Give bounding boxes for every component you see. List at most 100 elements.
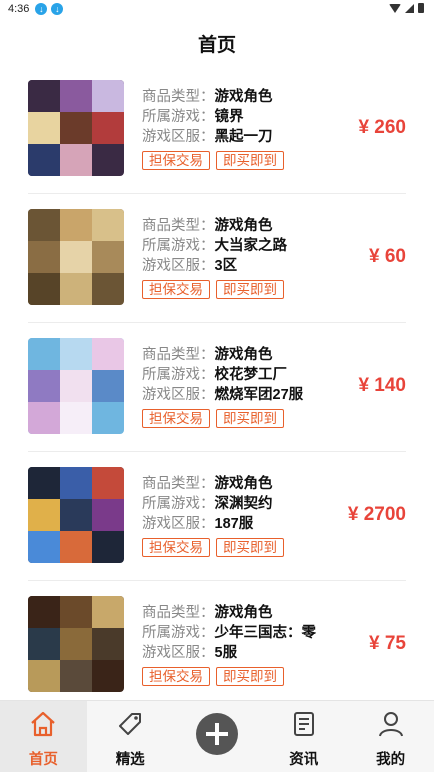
list-item[interactable]: 商品类型：游戏角色 所属游戏：大当家之路 游戏区服：3区 担保交易 即买即到 ¥… — [0, 194, 434, 323]
product-info: 商品类型：游戏角色 所属游戏：深渊契约 游戏区服：187服 担保交易 即买即到 — [142, 474, 342, 557]
list-item[interactable]: 商品类型：游戏角色 所属游戏：校花梦工厂 游戏区服：燃烧军团27服 担保交易 即… — [0, 323, 434, 452]
type-row: 商品类型：游戏角色 — [142, 87, 342, 107]
thumbnail-tile — [92, 241, 124, 273]
add-circle-icon[interactable] — [195, 713, 238, 755]
server-label: 游戏区服： — [142, 129, 215, 145]
type-row: 商品类型：游戏角色 — [142, 345, 342, 365]
tag-group: 担保交易 即买即到 — [142, 280, 342, 299]
status-icons — [389, 3, 424, 13]
instant-delivery-tag[interactable]: 即买即到 — [216, 667, 284, 686]
nav-item-user[interactable]: 我的 — [347, 701, 434, 772]
product-thumbnail[interactable] — [28, 209, 124, 305]
tag-group: 担保交易 即买即到 — [142, 409, 342, 428]
game-row: 所属游戏：校花梦工厂 — [142, 365, 342, 385]
type-value: 游戏角色 — [214, 89, 273, 105]
thumbnail-tile — [92, 467, 124, 499]
product-thumbnail[interactable] — [28, 80, 124, 176]
tag-icon — [115, 709, 145, 744]
server-value: 187服 — [214, 516, 254, 532]
thumbnail-tile — [28, 112, 60, 144]
price: ¥ 140 — [358, 375, 406, 396]
type-row: 商品类型：游戏角色 — [142, 474, 342, 494]
thumbnail-tile — [60, 144, 92, 176]
guarantee-tag[interactable]: 担保交易 — [142, 151, 210, 170]
product-thumbnail[interactable] — [28, 467, 124, 563]
game-row: 所属游戏：镜界 — [142, 107, 342, 127]
instant-delivery-tag[interactable]: 即买即到 — [216, 280, 284, 299]
bottom-nav: 首页 精选 资讯 我的 — [0, 700, 434, 772]
thumbnail-tile — [28, 628, 60, 660]
nav-item-tag[interactable]: 精选 — [87, 701, 174, 772]
nav-label: 我的 — [376, 752, 406, 768]
type-value: 游戏角色 — [214, 347, 273, 363]
type-label: 商品类型： — [142, 347, 215, 363]
game-row: 所属游戏：少年三国志：零 — [142, 623, 342, 643]
server-value: 5服 — [214, 645, 238, 661]
game-value: 镜界 — [214, 109, 244, 125]
home-icon — [28, 709, 58, 744]
price: ¥ 2700 — [347, 504, 406, 525]
status-time: 4:36 — [8, 3, 30, 15]
type-label: 商品类型： — [142, 89, 215, 105]
thumbnail-tile — [60, 660, 92, 692]
thumbnail-tile — [60, 338, 92, 370]
thumbnail-tile — [60, 80, 92, 112]
thumbnail-tile — [60, 370, 92, 402]
nav-label: 精选 — [115, 752, 145, 768]
nav-item-home[interactable]: 首页 — [0, 701, 87, 772]
server-row: 游戏区服：3区 — [142, 256, 342, 276]
server-row: 游戏区服：187服 — [142, 514, 342, 534]
thumbnail-tile — [60, 499, 92, 531]
thumbnail-tile — [60, 112, 92, 144]
tag-group: 担保交易 即买即到 — [142, 667, 342, 686]
list-item[interactable]: 商品类型：游戏角色 所属游戏：少年三国志：零 游戏区服：5服 担保交易 即买即到… — [0, 581, 434, 710]
thumbnail-tile — [60, 402, 92, 434]
game-value: 少年三国志：零 — [214, 625, 317, 641]
game-value: 深渊契约 — [214, 496, 273, 512]
thumbnail-tile — [92, 596, 124, 628]
thumbnail-tile — [60, 628, 92, 660]
product-thumbnail[interactable] — [28, 596, 124, 692]
download-icon: ↓ — [35, 3, 48, 15]
wifi-icon — [389, 3, 401, 13]
thumbnail-tile — [28, 596, 60, 628]
product-thumbnail[interactable] — [28, 338, 124, 434]
thumbnail-tile — [60, 241, 92, 273]
game-label: 所属游戏： — [142, 238, 215, 254]
instant-delivery-tag[interactable]: 即买即到 — [216, 151, 284, 170]
game-value: 校花梦工厂 — [214, 367, 288, 383]
nav-item-document[interactable]: 资讯 — [260, 701, 347, 772]
game-row: 所属游戏：大当家之路 — [142, 236, 342, 256]
thumbnail-tile — [92, 80, 124, 112]
guarantee-tag[interactable]: 担保交易 — [142, 409, 210, 428]
document-icon — [289, 709, 319, 744]
server-label: 游戏区服： — [142, 645, 215, 661]
type-row: 商品类型：游戏角色 — [142, 216, 342, 236]
guarantee-tag[interactable]: 担保交易 — [142, 667, 210, 686]
product-info: 商品类型：游戏角色 所属游戏：少年三国志：零 游戏区服：5服 担保交易 即买即到 — [142, 603, 342, 686]
product-info: 商品类型：游戏角色 所属游戏：校花梦工厂 游戏区服：燃烧军团27服 担保交易 即… — [142, 345, 342, 428]
instant-delivery-tag[interactable]: 即买即到 — [216, 409, 284, 428]
list-item[interactable]: 商品类型：游戏角色 所属游戏：镜界 游戏区服：黑起一刀 担保交易 即买即到 ¥ … — [0, 65, 434, 194]
product-info: 商品类型：游戏角色 所属游戏：大当家之路 游戏区服：3区 担保交易 即买即到 — [142, 216, 342, 299]
server-row: 游戏区服：燃烧军团27服 — [142, 385, 342, 405]
download-icon: ↓ — [51, 3, 64, 15]
thumbnail-tile — [92, 499, 124, 531]
thumbnail-tile — [60, 273, 92, 305]
nav-item-add-circle[interactable] — [174, 701, 261, 772]
user-icon — [376, 709, 406, 744]
thumbnail-tile — [28, 660, 60, 692]
thumbnail-tile — [92, 209, 124, 241]
type-label: 商品类型： — [142, 605, 215, 621]
thumbnail-tile — [28, 241, 60, 273]
thumbnail-tile — [28, 144, 60, 176]
battery-icon — [418, 3, 424, 13]
game-row: 所属游戏：深渊契约 — [142, 494, 342, 514]
list-item[interactable]: 商品类型：游戏角色 所属游戏：深渊契约 游戏区服：187服 担保交易 即买即到 … — [0, 452, 434, 581]
page-title: 首页 — [197, 35, 236, 56]
guarantee-tag[interactable]: 担保交易 — [142, 538, 210, 557]
server-label: 游戏区服： — [142, 258, 215, 274]
thumbnail-tile — [28, 531, 60, 563]
instant-delivery-tag[interactable]: 即买即到 — [216, 538, 284, 557]
guarantee-tag[interactable]: 担保交易 — [142, 280, 210, 299]
